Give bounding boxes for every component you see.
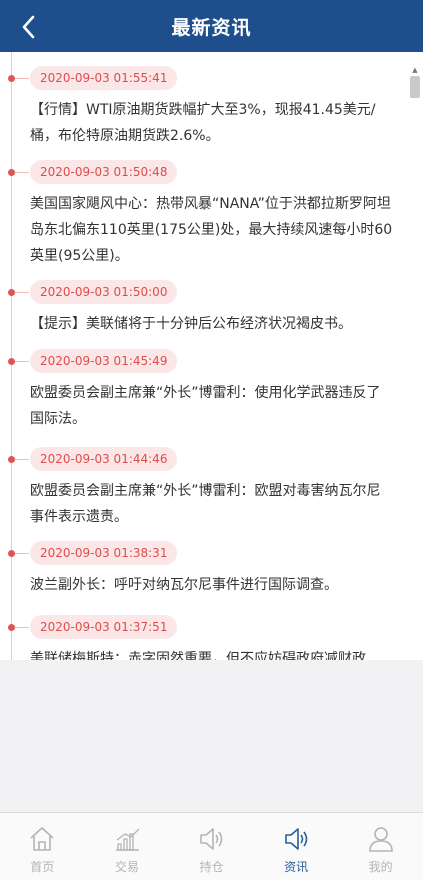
tab-trade[interactable]: 交易 xyxy=(85,813,170,880)
timeline-connector xyxy=(15,78,29,79)
news-text: 波兰副外长：呼吁对纳瓦尔尼事件进行国际调查。 xyxy=(30,577,338,593)
news-time: 2020-09-03 01:50:48 xyxy=(30,160,178,184)
timeline-dot xyxy=(8,289,15,296)
scroll-up-arrow-icon[interactable]: ▲ xyxy=(409,66,421,74)
scroll-thumb[interactable] xyxy=(410,76,420,98)
news-text: 【提示】美联储将于十分钟后公布经济状况褐皮书。 xyxy=(30,316,352,332)
header: 最新资讯 xyxy=(0,0,423,52)
news-text: 美国国家飓风中心：热带风暴“NANA”位于洪都拉斯罗阿坦岛东北偏东110英里(1… xyxy=(30,196,393,264)
timeline-dot xyxy=(8,358,15,365)
speaker-icon xyxy=(285,828,308,850)
news-text: 欧盟委员会副主席兼“外长”博雷利：欧盟对毒害纳瓦尔尼事件表示遗责。 xyxy=(30,483,381,525)
timeline-connector xyxy=(15,172,29,173)
tab-label: 资讯 xyxy=(284,860,309,874)
tab-label: 首页 xyxy=(30,860,55,874)
news-time: 2020-09-03 01:38:31 xyxy=(30,541,178,565)
tab-label: 交易 xyxy=(114,860,139,874)
timeline-connector xyxy=(15,361,29,362)
tab-news[interactable]: 资讯 xyxy=(254,813,339,880)
news-text: 【行情】WTI原油期货跌幅扩大至3%，现报41.45美元/桶，布伦特原油期货跌2… xyxy=(30,102,376,144)
timeline-dot xyxy=(8,624,15,631)
news-time: 2020-09-03 01:45:49 xyxy=(30,349,178,373)
home-icon xyxy=(30,826,54,851)
news-time: 2020-09-03 01:37:51 xyxy=(30,615,178,639)
news-time: 2020-09-03 01:44:46 xyxy=(30,447,178,471)
timeline-connector xyxy=(15,459,29,460)
tab-home[interactable]: 首页 xyxy=(0,813,85,880)
tab-label: 我的 xyxy=(368,860,393,874)
timeline-dot xyxy=(8,550,15,557)
timeline-connector xyxy=(15,627,29,628)
news-text: 美联储梅斯特：赤字固然重要，但不应妨碍政府减财政 xyxy=(30,651,366,660)
news-time: 2020-09-03 01:55:41 xyxy=(30,66,178,90)
tab-position[interactable]: 持仓 xyxy=(169,813,254,880)
chart-icon xyxy=(115,828,140,851)
timeline-connector xyxy=(15,292,29,293)
tab-mine[interactable]: 我的 xyxy=(338,813,423,880)
timeline-dot xyxy=(8,456,15,463)
news-time: 2020-09-03 01:50:00 xyxy=(30,280,178,304)
bottom-tab-bar: 首页 交易 持仓 资讯 我的 xyxy=(0,812,423,880)
timeline-dot xyxy=(8,169,15,176)
page-title: 最新资讯 xyxy=(171,17,252,39)
scrollbar[interactable]: ▲ xyxy=(409,66,421,660)
user-icon xyxy=(368,827,393,852)
news-feed[interactable]: 2020-09-03 01:55:41 【行情】WTI原油期货跌幅扩大至3%，现… xyxy=(0,52,423,660)
tab-label: 持仓 xyxy=(199,860,224,874)
timeline-connector xyxy=(15,553,29,554)
timeline-dot xyxy=(8,75,15,82)
news-text: 欧盟委员会副主席兼“外长”博雷利：使用化学武器违反了国际法。 xyxy=(30,385,381,427)
speaker-icon xyxy=(200,828,223,850)
timeline-line xyxy=(11,52,12,660)
